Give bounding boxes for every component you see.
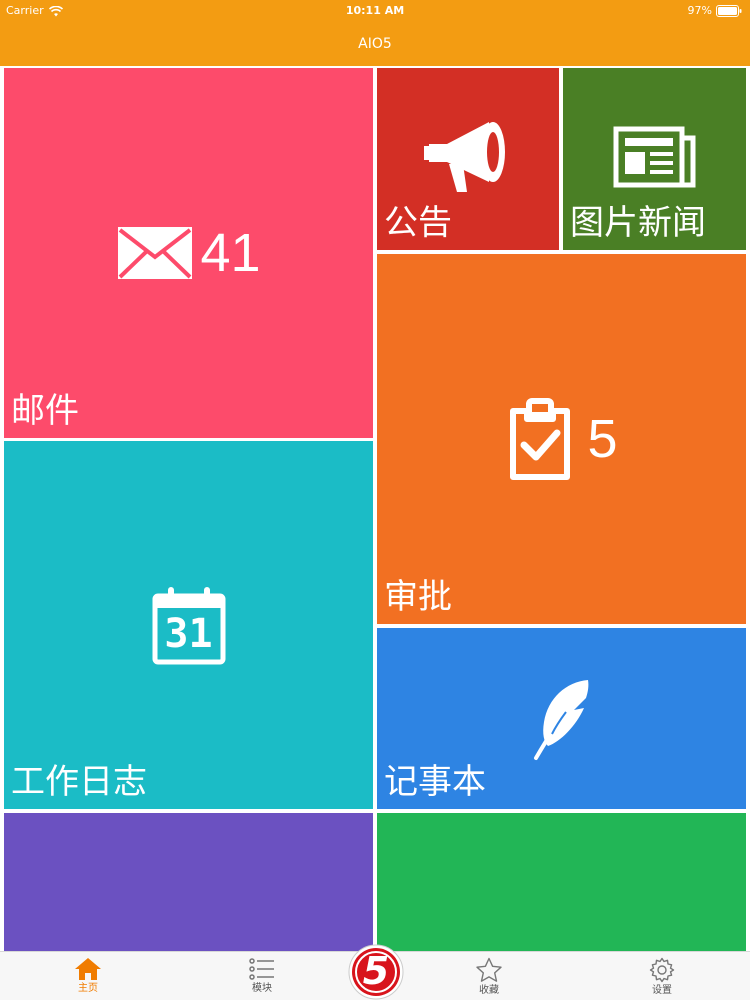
tile-mail[interactable]: 41 邮件 [4, 68, 373, 438]
approval-pending-count: 5 [587, 409, 618, 469]
tile-notice[interactable]: 公告 [377, 68, 559, 250]
clipboard-check-icon [510, 398, 571, 480]
app-logo-badge: 5 [362, 949, 390, 993]
notepad-tile-content [377, 674, 746, 764]
top-bar: Carrier 10:11 AM 97% AIO5 [0, 0, 750, 66]
megaphone-icon [424, 122, 505, 192]
list-icon [249, 958, 274, 980]
tile-notice-label: 公告 [384, 203, 452, 243]
envelope-icon [118, 227, 193, 279]
tile-mail-label: 邮件 [11, 391, 79, 431]
news-tile-content [563, 120, 746, 196]
mail-unread-count: 41 [200, 223, 261, 283]
page-title: AIO5 [358, 36, 392, 52]
battery-info: 97% [688, 0, 742, 22]
mail-tile-content: 41 [4, 218, 373, 288]
tab-home[interactable]: 主页 [28, 952, 148, 1000]
tile-approval[interactable]: 5 审批 [377, 254, 746, 624]
tile-notepad-label: 记事本 [384, 762, 486, 802]
tab-home-label: 主页 [78, 983, 98, 994]
battery-icon [716, 5, 742, 17]
tile-news[interactable]: 图片新闻 [563, 68, 746, 250]
tile-approval-label: 审批 [384, 577, 452, 617]
newspaper-icon [613, 126, 695, 188]
approval-tile-content: 5 [377, 394, 746, 484]
feather-icon [533, 680, 588, 760]
tile-notepad[interactable]: 记事本 [377, 628, 746, 809]
tile-green[interactable] [377, 813, 746, 951]
tab-modules-label: 模块 [252, 983, 272, 994]
gear-icon [649, 957, 675, 983]
tile-purple[interactable] [4, 813, 373, 951]
tab-favorites[interactable]: 收藏 [429, 952, 549, 1000]
home-icon [75, 958, 101, 980]
tab-favorites-label: 收藏 [479, 985, 499, 996]
status-time: 10:11 AM [345, 4, 405, 17]
tab-modules[interactable]: 模块 [202, 952, 322, 1000]
calendar-icon: 31 [152, 586, 226, 666]
center-app-button[interactable]: 5 [345, 944, 407, 1000]
notice-tile-content [377, 116, 559, 200]
star-icon [476, 957, 502, 982]
worklog-tile-content: 31 [4, 581, 373, 671]
calendar-day: 31 [164, 611, 213, 657]
battery-percent: 97% [687, 4, 712, 17]
tile-news-label: 图片新闻 [570, 203, 706, 243]
tab-settings-label: 设置 [652, 985, 672, 996]
status-bar: Carrier 10:11 AM 97% [0, 0, 750, 22]
tile-worklog[interactable]: 31 工作日志 [4, 441, 373, 809]
tile-worklog-label: 工作日志 [11, 762, 147, 802]
tab-settings[interactable]: 设置 [602, 952, 722, 1000]
